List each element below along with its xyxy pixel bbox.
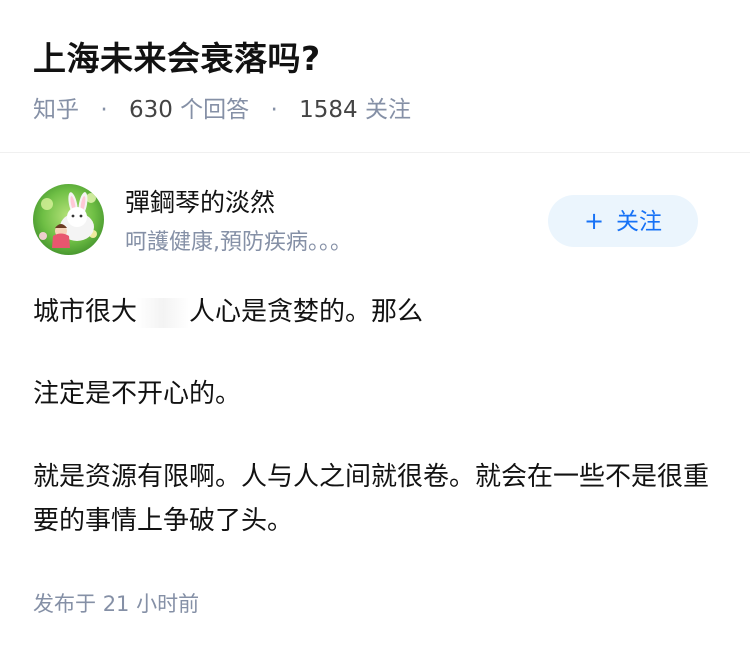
answer-text: 城市很大 bbox=[33, 297, 138, 327]
author-bio: 呵護健康,預防疾病。。。 bbox=[125, 230, 352, 255]
answer-paragraph: 注定是不开心的。 bbox=[33, 379, 242, 409]
answer-paragraph: 城市很大 人心是贪婪的。那么 bbox=[33, 290, 423, 334]
answers-label: 个回答 bbox=[180, 97, 250, 123]
answer-text: 人心是贪婪的。那么 bbox=[189, 297, 424, 327]
publish-time: 21 小时前 bbox=[102, 592, 200, 616]
blurred-region bbox=[137, 297, 190, 328]
follow-label: 关注 bbox=[616, 209, 663, 235]
followers-count: 1584 bbox=[299, 97, 358, 123]
author-avatar[interactable] bbox=[33, 184, 104, 255]
publish-info: 发布于 21 小时前 bbox=[33, 588, 199, 620]
question-meta: 知乎 · 630 个回答 · 1584 关注 bbox=[33, 94, 411, 126]
answer-page: 上海未来会衰落吗? 知乎 · 630 个回答 · 1584 关注 彈鋼琴的淡然 … bbox=[0, 0, 750, 654]
plus-icon: + bbox=[583, 207, 605, 235]
question-title[interactable]: 上海未来会衰落吗? bbox=[33, 36, 321, 82]
separator-dot: · bbox=[100, 97, 108, 123]
avatar-image bbox=[33, 184, 104, 255]
source-label[interactable]: 知乎 bbox=[33, 97, 79, 123]
separator-dot: · bbox=[270, 97, 278, 123]
publish-label: 发布于 bbox=[33, 592, 96, 616]
followers-label: 关注 bbox=[364, 97, 411, 123]
follow-button[interactable]: + 关注 bbox=[548, 195, 698, 247]
answer-paragraph: 就是资源有限啊。人与人之间就很卷。就会在一些不是很重要的事情上争破了头。 bbox=[33, 462, 710, 536]
question-header: 上海未来会衰落吗? 知乎 · 630 个回答 · 1584 关注 bbox=[0, 0, 750, 153]
author-name[interactable]: 彈鋼琴的淡然 bbox=[125, 185, 275, 221]
answers-count: 630 bbox=[128, 97, 173, 123]
